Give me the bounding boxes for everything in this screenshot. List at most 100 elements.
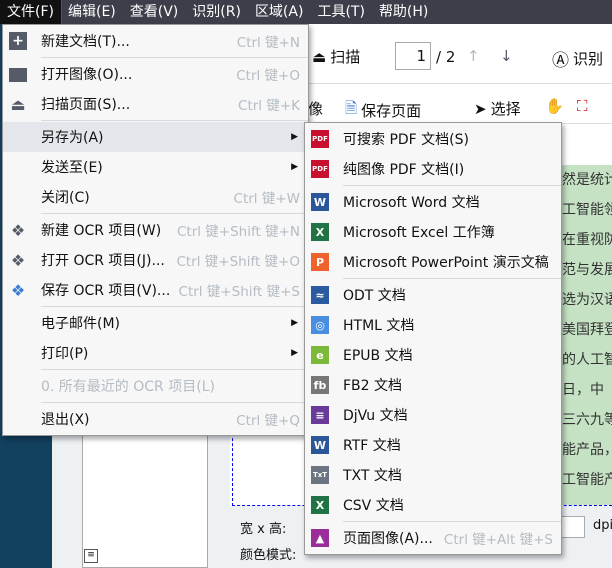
scanner-icon: ⏏ bbox=[10, 94, 26, 114]
epub-icon: e bbox=[311, 346, 329, 364]
scanner-icon: ⏏ bbox=[312, 47, 327, 66]
item-label: 退出(X) bbox=[41, 412, 90, 428]
item-label: CSV 文档 bbox=[343, 498, 404, 514]
page-number-input[interactable]: 1 bbox=[395, 42, 431, 70]
file-menu: + 新建文档(T)... Ctrl 键+N 打开图像(O)... Ctrl 键+O ⏏… bbox=[2, 24, 309, 436]
item-label: 关闭(C) bbox=[41, 190, 90, 206]
powerpoint-icon: P bbox=[311, 253, 329, 271]
menu-item-print[interactable]: 打印(P) ▶ bbox=[3, 338, 308, 368]
menu-view[interactable]: 查看(V) bbox=[123, 0, 186, 24]
separator bbox=[41, 306, 308, 307]
menu-item-open-ocr-project[interactable]: ❖ 打开 OCR 项目(J)... Ctrl 键+Shift 键+O bbox=[3, 245, 308, 275]
item-label: 扫描页面(S)... bbox=[41, 97, 131, 113]
menu-item-save-as-word[interactable]: W Microsoft Word 文档 bbox=[305, 187, 561, 217]
select-button[interactable]: ➤ 选择 bbox=[474, 98, 521, 119]
menu-item-new-document[interactable]: + 新建文档(T)... Ctrl 键+N bbox=[3, 26, 308, 56]
pdf-icon: PDF bbox=[311, 160, 329, 178]
menu-item-save-as-pdf[interactable]: PDF 可搜索 PDF 文档(S) bbox=[305, 124, 561, 154]
text-line: 美国拜登 bbox=[562, 322, 612, 338]
menu-item-save-as-powerpoint[interactable]: P Microsoft PowerPoint 演示文稿 bbox=[305, 247, 561, 277]
item-label: HTML 文档 bbox=[343, 318, 415, 334]
menu-tools[interactable]: 工具(T) bbox=[310, 0, 371, 24]
next-page-icon[interactable]: ↓ bbox=[500, 47, 513, 65]
menu-item-save-as[interactable]: 另存为(A) ▶ bbox=[3, 122, 308, 152]
text-line: 范与发展 bbox=[562, 262, 612, 278]
text-area-block[interactable]: 然是统计 工智能领 在重视防 范与发展 选为汉语 美国拜登 的人工智 日，中 三… bbox=[560, 165, 612, 505]
menu-recognize[interactable]: 识别(R) bbox=[185, 0, 248, 24]
size-label: 宽 x 高: bbox=[240, 522, 287, 537]
scan-label: 扫描 bbox=[330, 48, 361, 66]
item-label: DjVu 文档 bbox=[343, 408, 408, 424]
menu-item-new-ocr-project[interactable]: ❖ 新建 OCR 项目(W) Ctrl 键+Shift 键+N bbox=[3, 215, 308, 245]
item-label: 电子邮件(M) bbox=[41, 316, 121, 332]
item-label: 打开图像(O)... bbox=[41, 67, 133, 83]
item-label: 打开 OCR 项目(J)... bbox=[41, 253, 165, 269]
menu-item-save-as-pdf[interactable]: PDF 纯图像 PDF 文档(I) bbox=[305, 154, 561, 184]
menu-item-save-as-odt[interactable]: ≈ ODT 文档 bbox=[305, 280, 561, 310]
item-label: 新建文档(T)... bbox=[41, 34, 130, 50]
menu-help[interactable]: 帮助(H) bbox=[372, 0, 435, 24]
item-label: 页面图像(A)... bbox=[343, 531, 433, 547]
page-thumbnail[interactable] bbox=[82, 420, 208, 568]
menu-item-save-as-excel[interactable]: X Microsoft Excel 工作簿 bbox=[305, 217, 561, 247]
item-shortcut: Ctrl 键+Shift 键+N bbox=[176, 224, 300, 240]
color-mode-label: 颜色模式: bbox=[240, 548, 297, 563]
text-line: 然是统计 bbox=[562, 172, 612, 188]
menu-item-save-as-djvu[interactable]: ≡ DjVu 文档 bbox=[305, 400, 561, 430]
recognize-button[interactable]: Ⓐ 识别 bbox=[552, 46, 603, 71]
hand-icon[interactable]: ✋ bbox=[545, 97, 564, 115]
menu-item-exit[interactable]: 退出(X) Ctrl 键+Q bbox=[3, 404, 308, 434]
item-label: RTF 文档 bbox=[343, 438, 401, 454]
item-shortcut: Ctrl 键+Q bbox=[236, 413, 300, 429]
save-project-icon: ❖ bbox=[10, 280, 26, 300]
scan-button[interactable]: ⏏ 扫描 bbox=[312, 46, 360, 67]
text-line: 工智能产 bbox=[562, 472, 612, 488]
text-line: 选为汉语 bbox=[562, 292, 612, 308]
item-label: 发送至(E) bbox=[41, 160, 103, 176]
menu-item-send-to[interactable]: 发送至(E) ▶ bbox=[3, 152, 308, 182]
txt-icon: TxT bbox=[311, 466, 329, 484]
item-label: 可搜索 PDF 文档(S) bbox=[343, 132, 469, 148]
recognize-icon: Ⓐ bbox=[552, 51, 569, 71]
menu-edit[interactable]: 编辑(E) bbox=[61, 0, 123, 24]
save-page-label: 保存页面 bbox=[361, 102, 422, 120]
item-shortcut: Ctrl 键+Shift 键+S bbox=[178, 284, 300, 300]
menu-item-save-as-image[interactable]: ▲ 页面图像(A)... Ctrl 键+Alt 键+S bbox=[305, 523, 561, 553]
menu-item-save-ocr-project[interactable]: ❖ 保存 OCR 项目(V)... Ctrl 键+Shift 键+S bbox=[3, 275, 308, 305]
menu-item-save-as-txt[interactable]: TxT TXT 文档 bbox=[305, 460, 561, 490]
item-label: Microsoft Word 文档 bbox=[343, 195, 480, 211]
menu-item-email[interactable]: 电子邮件(M) ▶ bbox=[3, 308, 308, 338]
submenu-arrow-icon: ▶ bbox=[291, 162, 298, 172]
save-as-submenu: PDF 可搜索 PDF 文档(S) PDF 纯图像 PDF 文档(I) W Microso… bbox=[304, 122, 562, 555]
menu-item-close[interactable]: 关闭(C) Ctrl 键+W bbox=[3, 182, 308, 212]
menu-item-scan-page[interactable]: ⏏ 扫描页面(S)... Ctrl 键+K bbox=[3, 89, 308, 119]
separator bbox=[41, 120, 308, 121]
prev-page-icon[interactable]: ↑ bbox=[467, 47, 480, 65]
menu-file[interactable]: 文件(F) bbox=[0, 0, 62, 25]
menu-item-open-image[interactable]: 打开图像(O)... Ctrl 键+O bbox=[3, 59, 308, 89]
save-page-icon: 🗎 bbox=[345, 99, 358, 117]
menu-item-save-as-epub[interactable]: e EPUB 文档 bbox=[305, 340, 561, 370]
djvu-icon: ≡ bbox=[311, 406, 329, 424]
image-button-partial[interactable]: 像 bbox=[308, 98, 323, 119]
item-label: 保存 OCR 项目(V)... bbox=[41, 283, 171, 299]
layers-icon: ❖ bbox=[10, 250, 26, 270]
csv-icon: X bbox=[311, 496, 329, 514]
menu-item-save-as-html[interactable]: ◎ HTML 文档 bbox=[305, 310, 561, 340]
menu-item-save-as-fb2[interactable]: fb FB2 文档 bbox=[305, 370, 561, 400]
item-shortcut: Ctrl 键+W bbox=[233, 191, 300, 207]
text-line: 能产品， bbox=[562, 442, 612, 458]
excel-icon: X bbox=[311, 223, 329, 241]
menu-item-save-as-csv[interactable]: X CSV 文档 bbox=[305, 490, 561, 520]
save-page-button[interactable]: 🗎 保存页面 bbox=[345, 98, 421, 123]
rtf-icon: W bbox=[311, 436, 329, 454]
pdf-icon: PDF bbox=[311, 130, 329, 148]
delete-area-icon[interactable]: ⛶ bbox=[577, 97, 588, 115]
item-label: 打印(P) bbox=[41, 346, 89, 362]
item-label: ODT 文档 bbox=[343, 288, 406, 304]
menu-area[interactable]: 区域(A) bbox=[248, 0, 311, 24]
item-label: FB2 文档 bbox=[343, 378, 403, 394]
menu-item-save-as-rtf[interactable]: W RTF 文档 bbox=[305, 430, 561, 460]
odt-icon: ≈ bbox=[311, 286, 329, 304]
item-shortcut: Ctrl 键+O bbox=[236, 68, 300, 84]
